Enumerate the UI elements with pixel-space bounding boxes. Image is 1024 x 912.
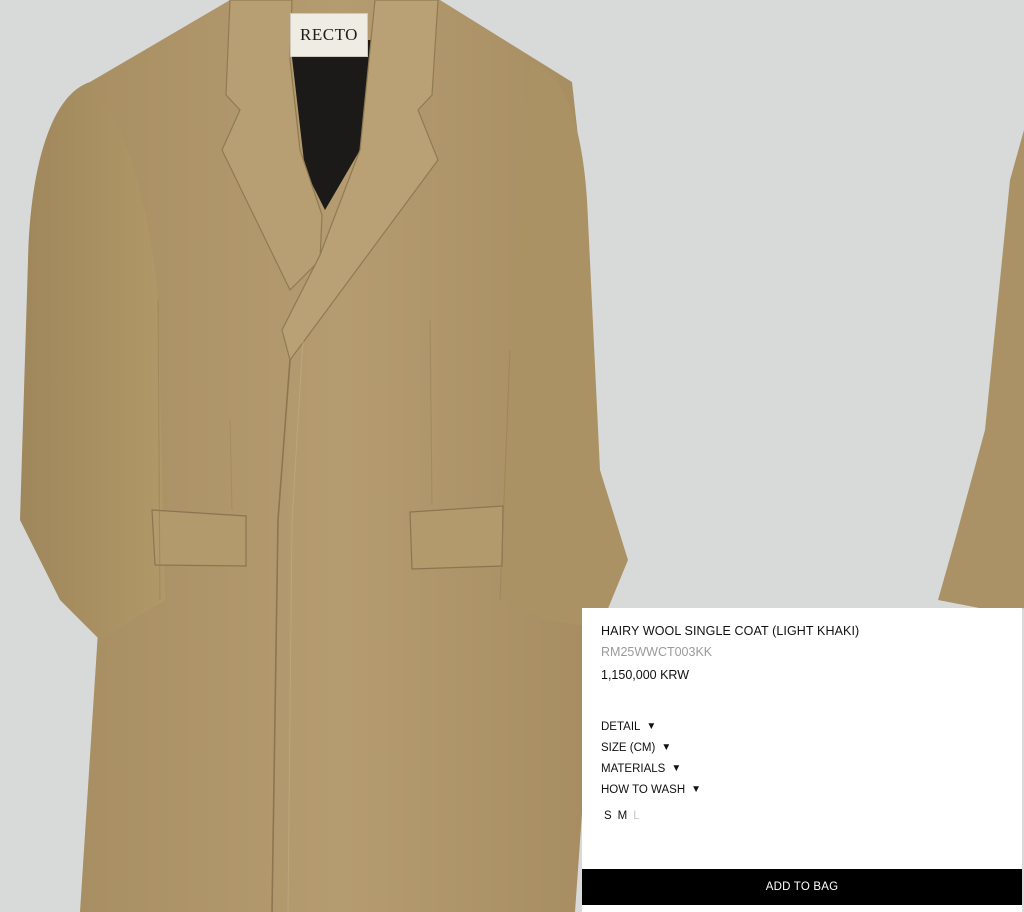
accordion-detail[interactable]: DETAIL ▼	[601, 716, 701, 737]
product-price: 1,150,000 KRW	[601, 668, 690, 682]
size-option-l-soldout: L	[633, 810, 640, 822]
accordion-how-to-wash[interactable]: HOW TO WASH ▼	[601, 779, 701, 800]
caret-down-icon: ▼	[661, 742, 672, 753]
product-info-panel: HAIRY WOOL SINGLE COAT (LIGHT KHAKI) RM2…	[582, 608, 1022, 912]
caret-down-icon: ▼	[691, 784, 702, 795]
coat-right-pocket	[409, 505, 504, 570]
size-selector: S M L	[601, 810, 643, 822]
accordion-label: DETAIL	[601, 720, 641, 733]
size-option-s[interactable]: S	[601, 810, 615, 822]
accordion-size[interactable]: SIZE (CM) ▼	[601, 737, 701, 758]
size-option-m[interactable]: M	[615, 810, 631, 822]
product-sku: RM25WWCT003KK	[601, 645, 713, 659]
add-to-bag-button[interactable]: ADD TO BAG	[582, 869, 1022, 905]
product-accordion: DETAIL ▼ SIZE (CM) ▼ MATERIALS ▼ HOW TO …	[601, 716, 701, 800]
accordion-materials[interactable]: MATERIALS ▼	[601, 758, 701, 779]
brand-label: RECTO	[290, 13, 368, 57]
caret-down-icon: ▼	[646, 721, 657, 732]
accordion-label: SIZE (CM)	[601, 741, 656, 754]
accordion-label: HOW TO WASH	[601, 783, 686, 796]
accordion-label: MATERIALS	[601, 762, 666, 775]
coat-left-pocket	[151, 509, 247, 567]
caret-down-icon: ▼	[671, 763, 682, 774]
product-name: HAIRY WOOL SINGLE COAT (LIGHT KHAKI)	[601, 624, 860, 638]
